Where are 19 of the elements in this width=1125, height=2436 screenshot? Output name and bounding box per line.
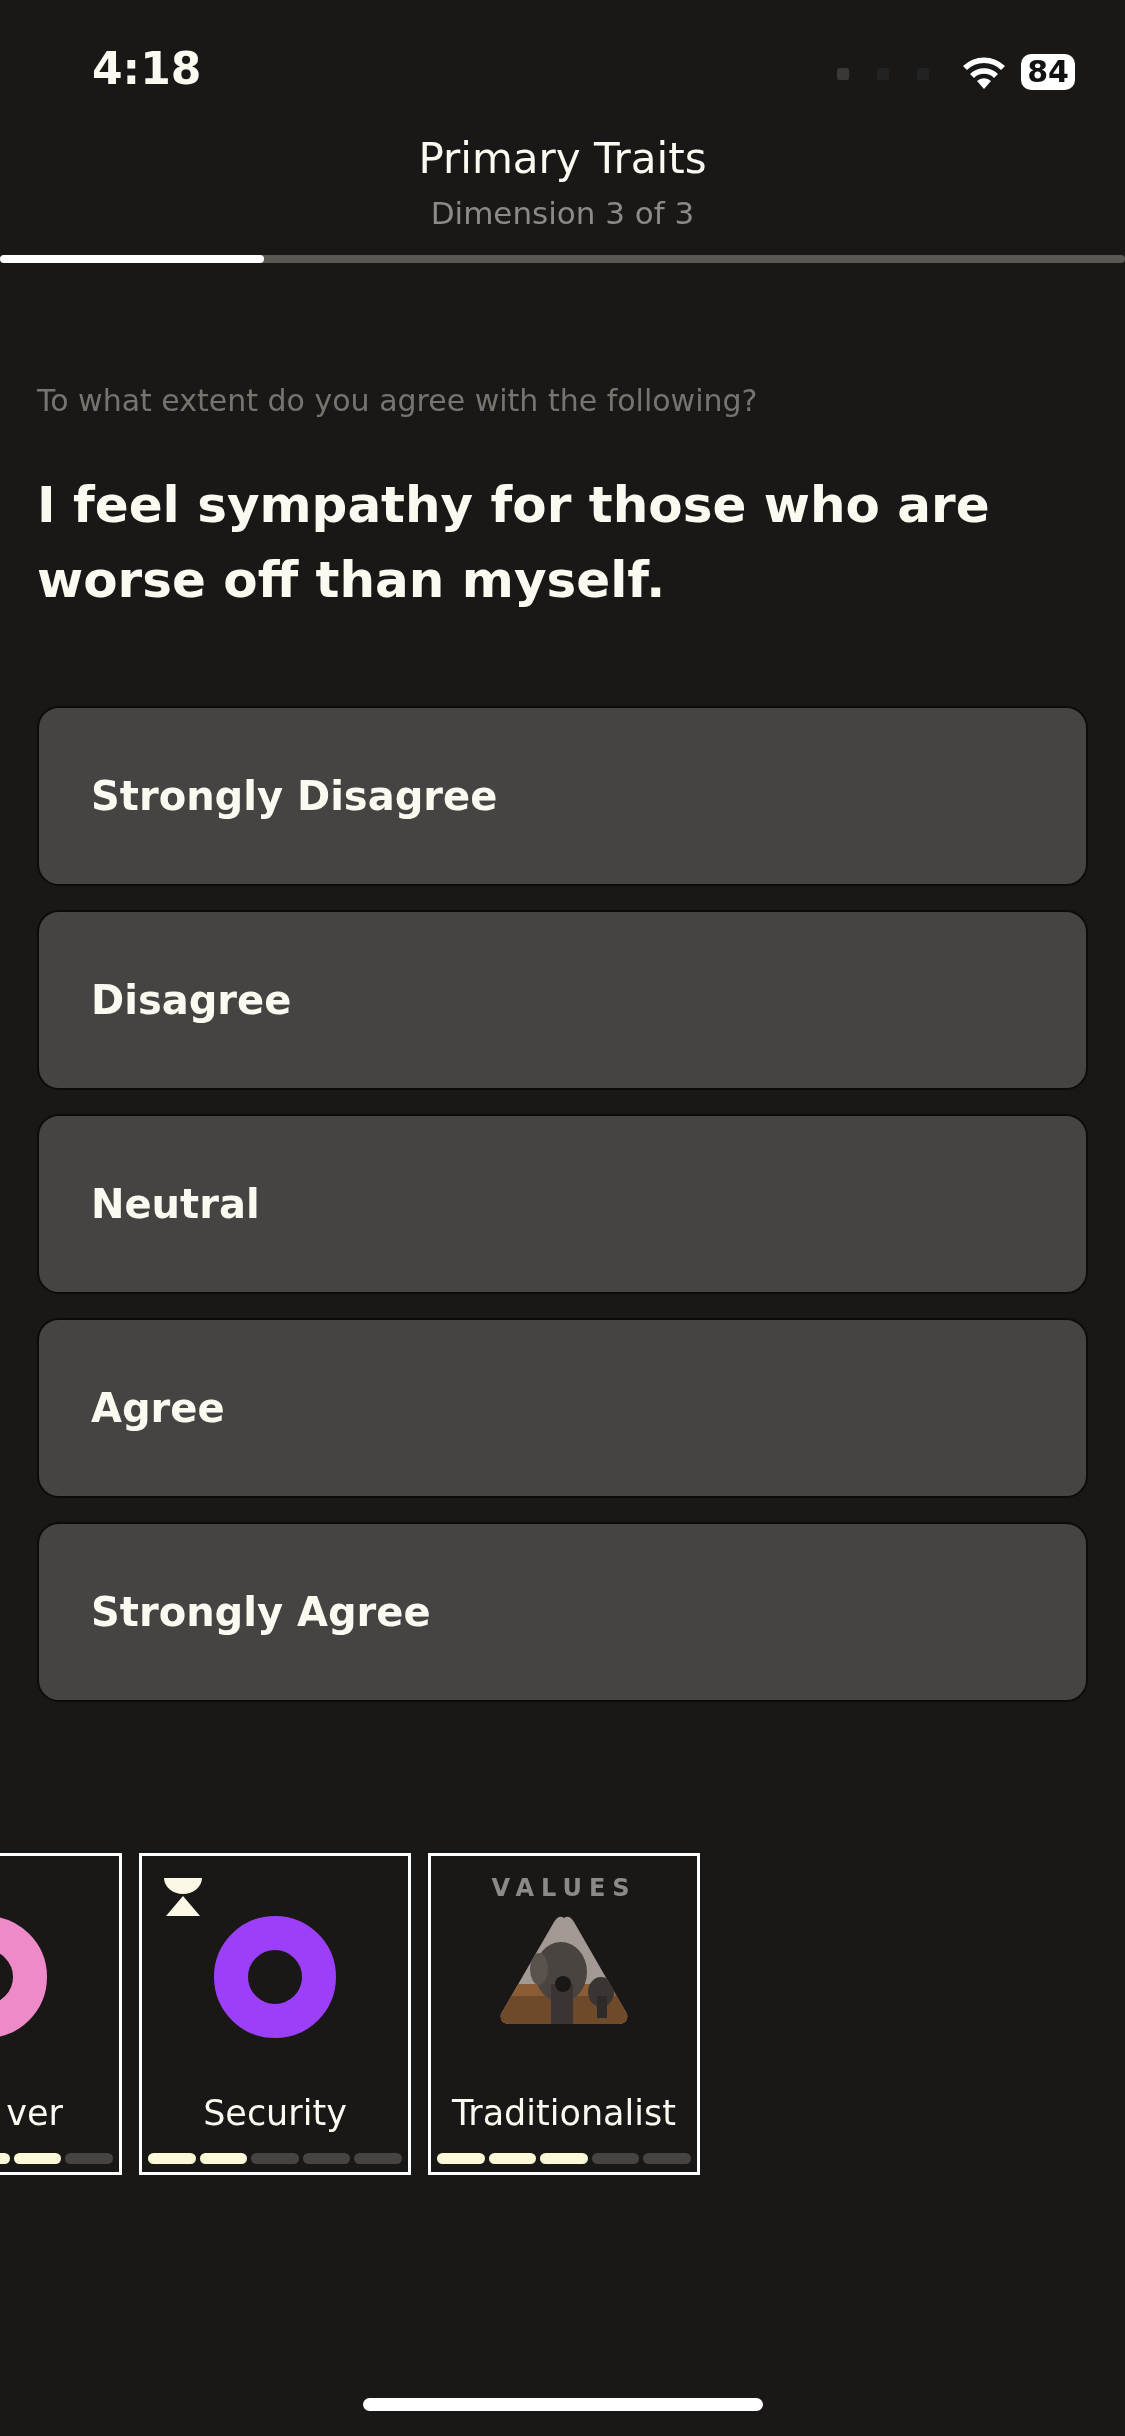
trait-name: Security bbox=[203, 2095, 347, 2131]
answer-option[interactable]: Neutral bbox=[37, 1113, 1088, 1294]
trait-card[interactable]: ver bbox=[0, 1852, 122, 2175]
question-prompt: To what extent do you agree with the following? bbox=[37, 381, 759, 420]
trait-name: Traditionalist bbox=[452, 2095, 676, 2131]
answer-option[interactable]: Disagree bbox=[37, 909, 1088, 1090]
battery-indicator: 84 bbox=[1021, 54, 1075, 90]
answer-option[interactable]: Agree bbox=[37, 1317, 1088, 1498]
screen-title: Primary Traits bbox=[417, 134, 708, 185]
trait-card[interactable]: Security bbox=[139, 1852, 411, 2175]
wifi-icon bbox=[961, 55, 1008, 89]
category-label: VALUES bbox=[491, 1875, 637, 1900]
screen-subtitle: Dimension 3 of 3 bbox=[429, 194, 696, 234]
question-text: I feel sympathy for those who are worse off than myself. bbox=[37, 474, 991, 611]
status-time: 4:18 bbox=[92, 42, 202, 96]
answer-option[interactable]: Strongly Disagree bbox=[37, 705, 1088, 886]
trait-name: ver bbox=[6, 2095, 64, 2131]
answer-option[interactable]: Strongly Agree bbox=[37, 1521, 1088, 1702]
trait-card[interactable]: VALUES Traditionalist bbox=[428, 1852, 700, 2175]
